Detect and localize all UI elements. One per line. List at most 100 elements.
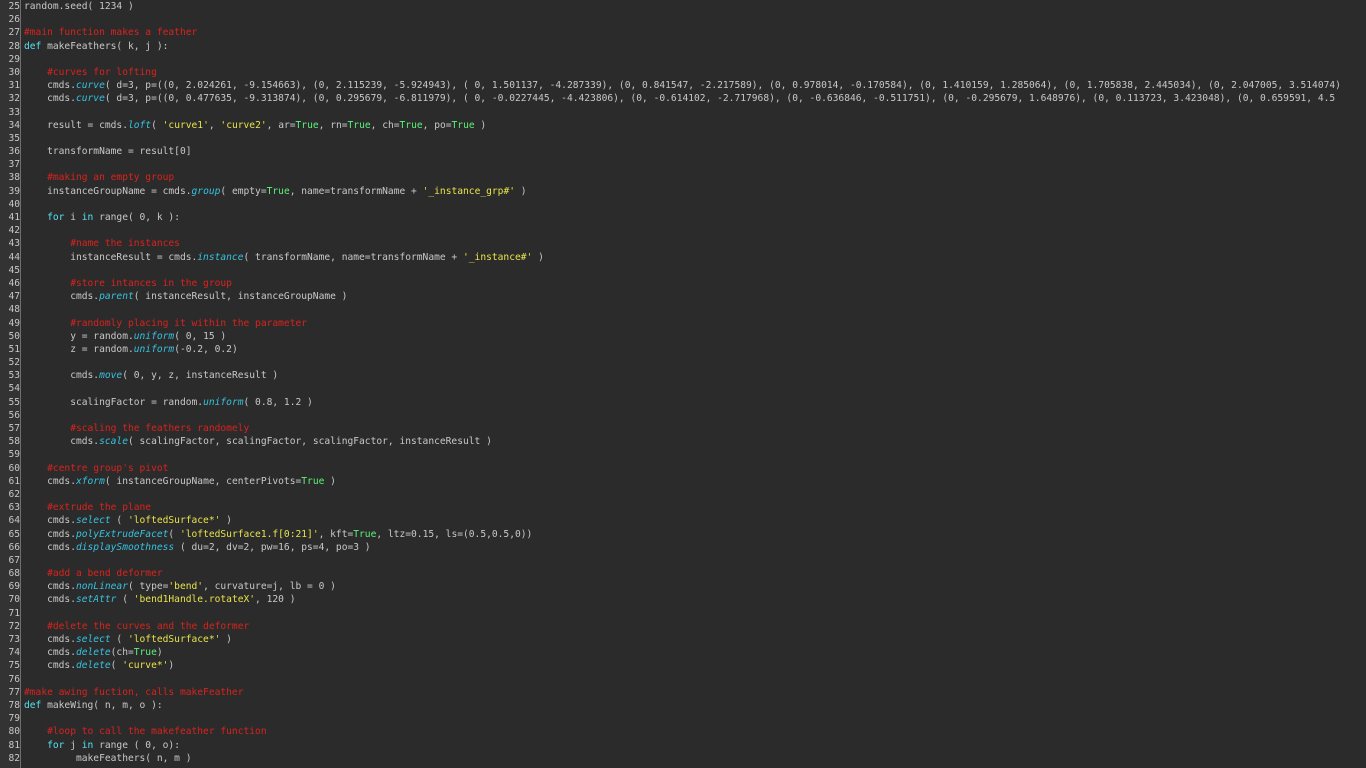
code-lines[interactable]: 25 random.seed( 1234 ) 26 27 #main function … [0,0,1366,765]
code-text[interactable]: #centre group's pivot [20,462,168,475]
code-line[interactable]: 44 instanceResult = cmds.instance( trans… [0,251,1366,264]
code-editor[interactable]: 25 random.seed( 1234 ) 26 27 #main function … [0,0,1366,768]
code-text[interactable]: cmds.move( 0, y, z, instanceResult ) [20,369,278,382]
code-text[interactable]: cmds.select ( 'loftedSurface*' ) [20,514,232,527]
code-line[interactable]: 67 [0,554,1366,567]
code-line[interactable]: 29 [0,53,1366,66]
code-line[interactable]: 62 [0,488,1366,501]
code-line[interactable]: 30 #curves for lofting [0,66,1366,79]
code-text[interactable]: cmds.delete(ch=True) [20,646,163,659]
code-line[interactable]: 55 scalingFactor = random.uniform( 0.8, … [0,396,1366,409]
code-text[interactable]: makeFeathers( n, m ) [20,752,192,765]
code-line[interactable]: 69 cmds.nonLinear( type='bend', curvatur… [0,580,1366,593]
code-text[interactable]: #scaling the feathers randomely [20,422,249,435]
code-text[interactable]: instanceGroupName = cmds.group( empty=Tr… [20,185,526,198]
code-line[interactable]: 70 cmds.setAttr ( 'bend1Handle.rotateX',… [0,593,1366,606]
code-line[interactable]: 26 [0,13,1366,26]
code-text[interactable] [20,158,24,171]
code-text[interactable]: cmds.displaySmoothness ( du=2, dv=2, pw=… [20,541,370,554]
code-text[interactable]: z = random.uniform(-0.2, 0.2) [20,343,238,356]
code-line[interactable]: 43 #name the instances [0,237,1366,250]
code-line[interactable]: 58 cmds.scale( scalingFactor, scalingFac… [0,435,1366,448]
code-line[interactable]: 50 y = random.uniform( 0, 15 ) [0,330,1366,343]
code-text[interactable] [20,554,24,567]
code-text[interactable] [20,198,24,211]
code-text[interactable]: #store intances in the group [20,277,232,290]
code-line[interactable]: 40 [0,198,1366,211]
code-text[interactable]: cmds.setAttr ( 'bend1Handle.rotateX', 12… [20,593,295,606]
code-line[interactable]: 65 cmds.polyExtrudeFacet( 'loftedSurface… [0,528,1366,541]
code-line[interactable]: 39 instanceGroupName = cmds.group( empty… [0,185,1366,198]
code-line[interactable]: 38 #making an empty group [0,171,1366,184]
code-line[interactable]: 46 #store intances in the group [0,277,1366,290]
code-text[interactable]: #making an empty group [20,171,174,184]
code-line[interactable]: 28 def makeFeathers( k, j ): [0,40,1366,53]
code-line[interactable]: 64 cmds.select ( 'loftedSurface*' ) [0,514,1366,527]
code-text[interactable]: #name the instances [20,237,180,250]
code-line[interactable]: 33 [0,106,1366,119]
code-line[interactable]: 60 #centre group's pivot [0,462,1366,475]
code-line[interactable]: 59 [0,448,1366,461]
code-text[interactable]: random.seed( 1234 ) [20,0,134,13]
code-line[interactable]: 80 #loop to call the makefeather functio… [0,725,1366,738]
code-text[interactable]: cmds.curve( d=3, p=((0, 2.024261, -9.154… [20,79,1341,92]
code-line[interactable]: 79 [0,712,1366,725]
code-line[interactable]: 34 result = cmds.loft( 'curve1', 'curve2… [0,119,1366,132]
code-text[interactable]: result = cmds.loft( 'curve1', 'curve2', … [20,119,486,132]
code-line[interactable]: 76 [0,673,1366,686]
code-line[interactable]: 78 def makeWing( n, m, o ): [0,699,1366,712]
code-line[interactable]: 32 cmds.curve( d=3, p=((0, 0.477635, -9.… [0,92,1366,105]
code-line[interactable]: 52 [0,356,1366,369]
code-text[interactable] [20,712,24,725]
code-line[interactable]: 41 for i in range( 0, k ): [0,211,1366,224]
code-text[interactable]: #main function makes a feather [20,26,197,39]
code-line[interactable]: 71 [0,607,1366,620]
code-text[interactable]: #loop to call the makefeather function [20,725,267,738]
code-text[interactable]: instanceResult = cmds.instance( transfor… [20,251,544,264]
code-line[interactable]: 47 cmds.parent( instanceResult, instance… [0,290,1366,303]
code-line[interactable]: 36 transformName = result[0] [0,145,1366,158]
code-text[interactable]: def makeWing( n, m, o ): [20,699,163,712]
code-text[interactable]: cmds.select ( 'loftedSurface*' ) [20,633,232,646]
code-line[interactable]: 66 cmds.displaySmoothness ( du=2, dv=2, … [0,541,1366,554]
code-line[interactable]: 75 cmds.delete( 'curve*') [0,659,1366,672]
code-line[interactable]: 27 #main function makes a feather [0,26,1366,39]
code-text[interactable] [20,224,24,237]
code-text[interactable]: scalingFactor = random.uniform( 0.8, 1.2… [20,396,313,409]
code-text[interactable]: cmds.xform( instanceGroupName, centerPiv… [20,475,336,488]
code-text[interactable] [20,607,24,620]
code-line[interactable]: 74 cmds.delete(ch=True) [0,646,1366,659]
code-text[interactable]: cmds.parent( instanceResult, instanceGro… [20,290,347,303]
code-text[interactable] [20,264,24,277]
code-line[interactable]: 68 #add a bend deformer [0,567,1366,580]
code-line[interactable]: 51 z = random.uniform(-0.2, 0.2) [0,343,1366,356]
code-line[interactable]: 57 #scaling the feathers randomely [0,422,1366,435]
code-text[interactable]: #randomly placing it within the paramete… [20,317,307,330]
code-text[interactable] [20,409,24,422]
code-text[interactable] [20,488,24,501]
code-text[interactable]: #extrude the plane [20,501,151,514]
code-text[interactable]: cmds.polyExtrudeFacet( 'loftedSurface1.f… [20,528,532,541]
code-text[interactable]: y = random.uniform( 0, 15 ) [20,330,226,343]
code-text[interactable] [20,132,24,145]
code-line[interactable]: 35 [0,132,1366,145]
code-text[interactable]: for i in range( 0, k ): [20,211,180,224]
code-text[interactable]: cmds.delete( 'curve*') [20,659,174,672]
code-line[interactable]: 42 [0,224,1366,237]
code-line[interactable]: 61 cmds.xform( instanceGroupName, center… [0,475,1366,488]
code-text[interactable] [20,106,24,119]
code-line[interactable]: 48 [0,303,1366,316]
code-line[interactable]: 73 cmds.select ( 'loftedSurface*' ) [0,633,1366,646]
code-text[interactable] [20,382,24,395]
code-text[interactable] [20,303,24,316]
code-text[interactable]: transformName = result[0] [20,145,191,158]
code-line[interactable]: 72 #delete the curves and the deformer [0,620,1366,633]
code-line[interactable]: 45 [0,264,1366,277]
code-line[interactable]: 77 #make awing fuction, calls makeFeather [0,686,1366,699]
code-text[interactable] [20,448,24,461]
code-text[interactable] [20,13,24,26]
code-line[interactable]: 53 cmds.move( 0, y, z, instanceResult ) [0,369,1366,382]
code-text[interactable]: cmds.scale( scalingFactor, scalingFactor… [20,435,492,448]
code-line[interactable]: 81 for j in range ( 0, o): [0,739,1366,752]
code-text[interactable]: #curves for lofting [20,66,157,79]
